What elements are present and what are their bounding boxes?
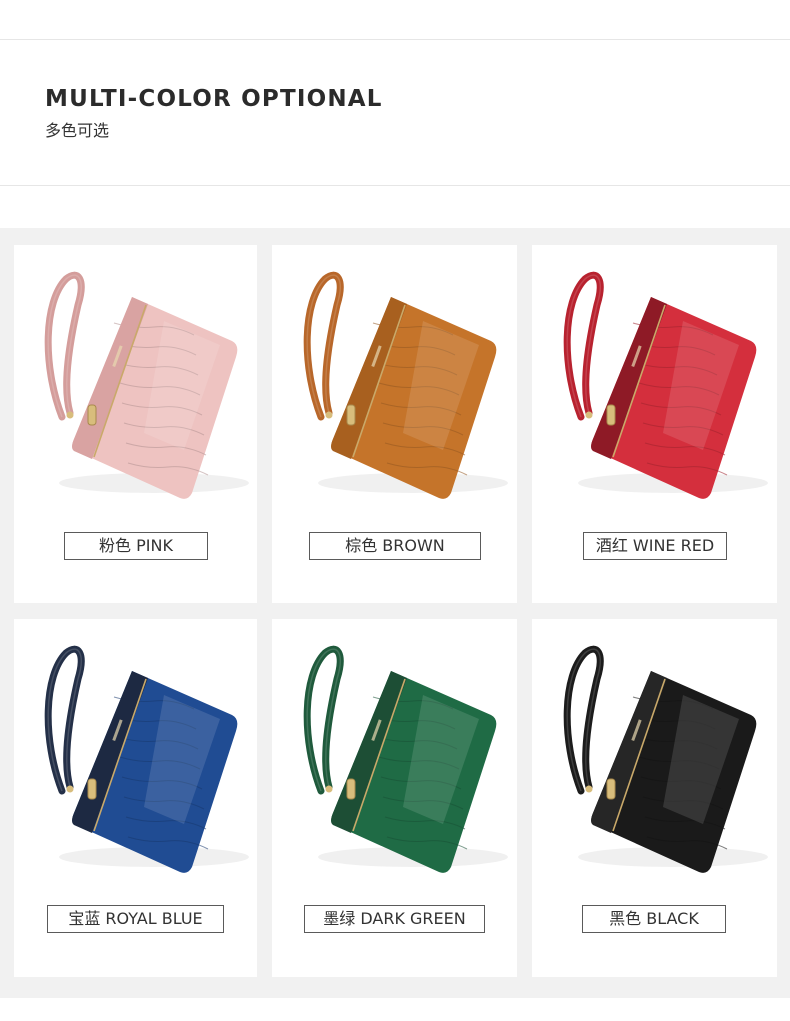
product-card-wine-red[interactable]: 酒红 WINE RED bbox=[532, 245, 777, 603]
product-card-royal-blue[interactable]: 宝蓝 ROYAL BLUE bbox=[14, 619, 257, 977]
pink-wallet-icon bbox=[44, 271, 249, 499]
dark-green-wallet-icon bbox=[303, 645, 508, 873]
product-card-black[interactable]: 黑色 BLACK bbox=[532, 619, 777, 977]
product-label: 酒红 WINE RED bbox=[583, 532, 727, 560]
royal-blue-wallet-icon bbox=[44, 645, 249, 873]
top-divider bbox=[0, 39, 790, 40]
header-divider bbox=[0, 185, 790, 186]
brown-wallet-icon bbox=[303, 271, 508, 499]
product-label: 墨绿 DARK GREEN bbox=[304, 905, 485, 933]
product-card-brown[interactable]: 棕色 BROWN bbox=[272, 245, 517, 603]
product-card-dark-green[interactable]: 墨绿 DARK GREEN bbox=[272, 619, 517, 977]
product-label: 棕色 BROWN bbox=[309, 532, 481, 560]
wine-red-wallet-icon bbox=[563, 271, 768, 499]
black-wallet-icon bbox=[563, 645, 768, 873]
product-label: 黑色 BLACK bbox=[582, 905, 726, 933]
section-subtitle: 多色可选 bbox=[45, 121, 110, 140]
product-card-pink[interactable]: 粉色 PINK bbox=[14, 245, 257, 603]
product-label: 粉色 PINK bbox=[64, 532, 208, 560]
section-title: MULTI-COLOR OPTIONAL bbox=[45, 86, 383, 112]
product-label: 宝蓝 ROYAL BLUE bbox=[47, 905, 224, 933]
